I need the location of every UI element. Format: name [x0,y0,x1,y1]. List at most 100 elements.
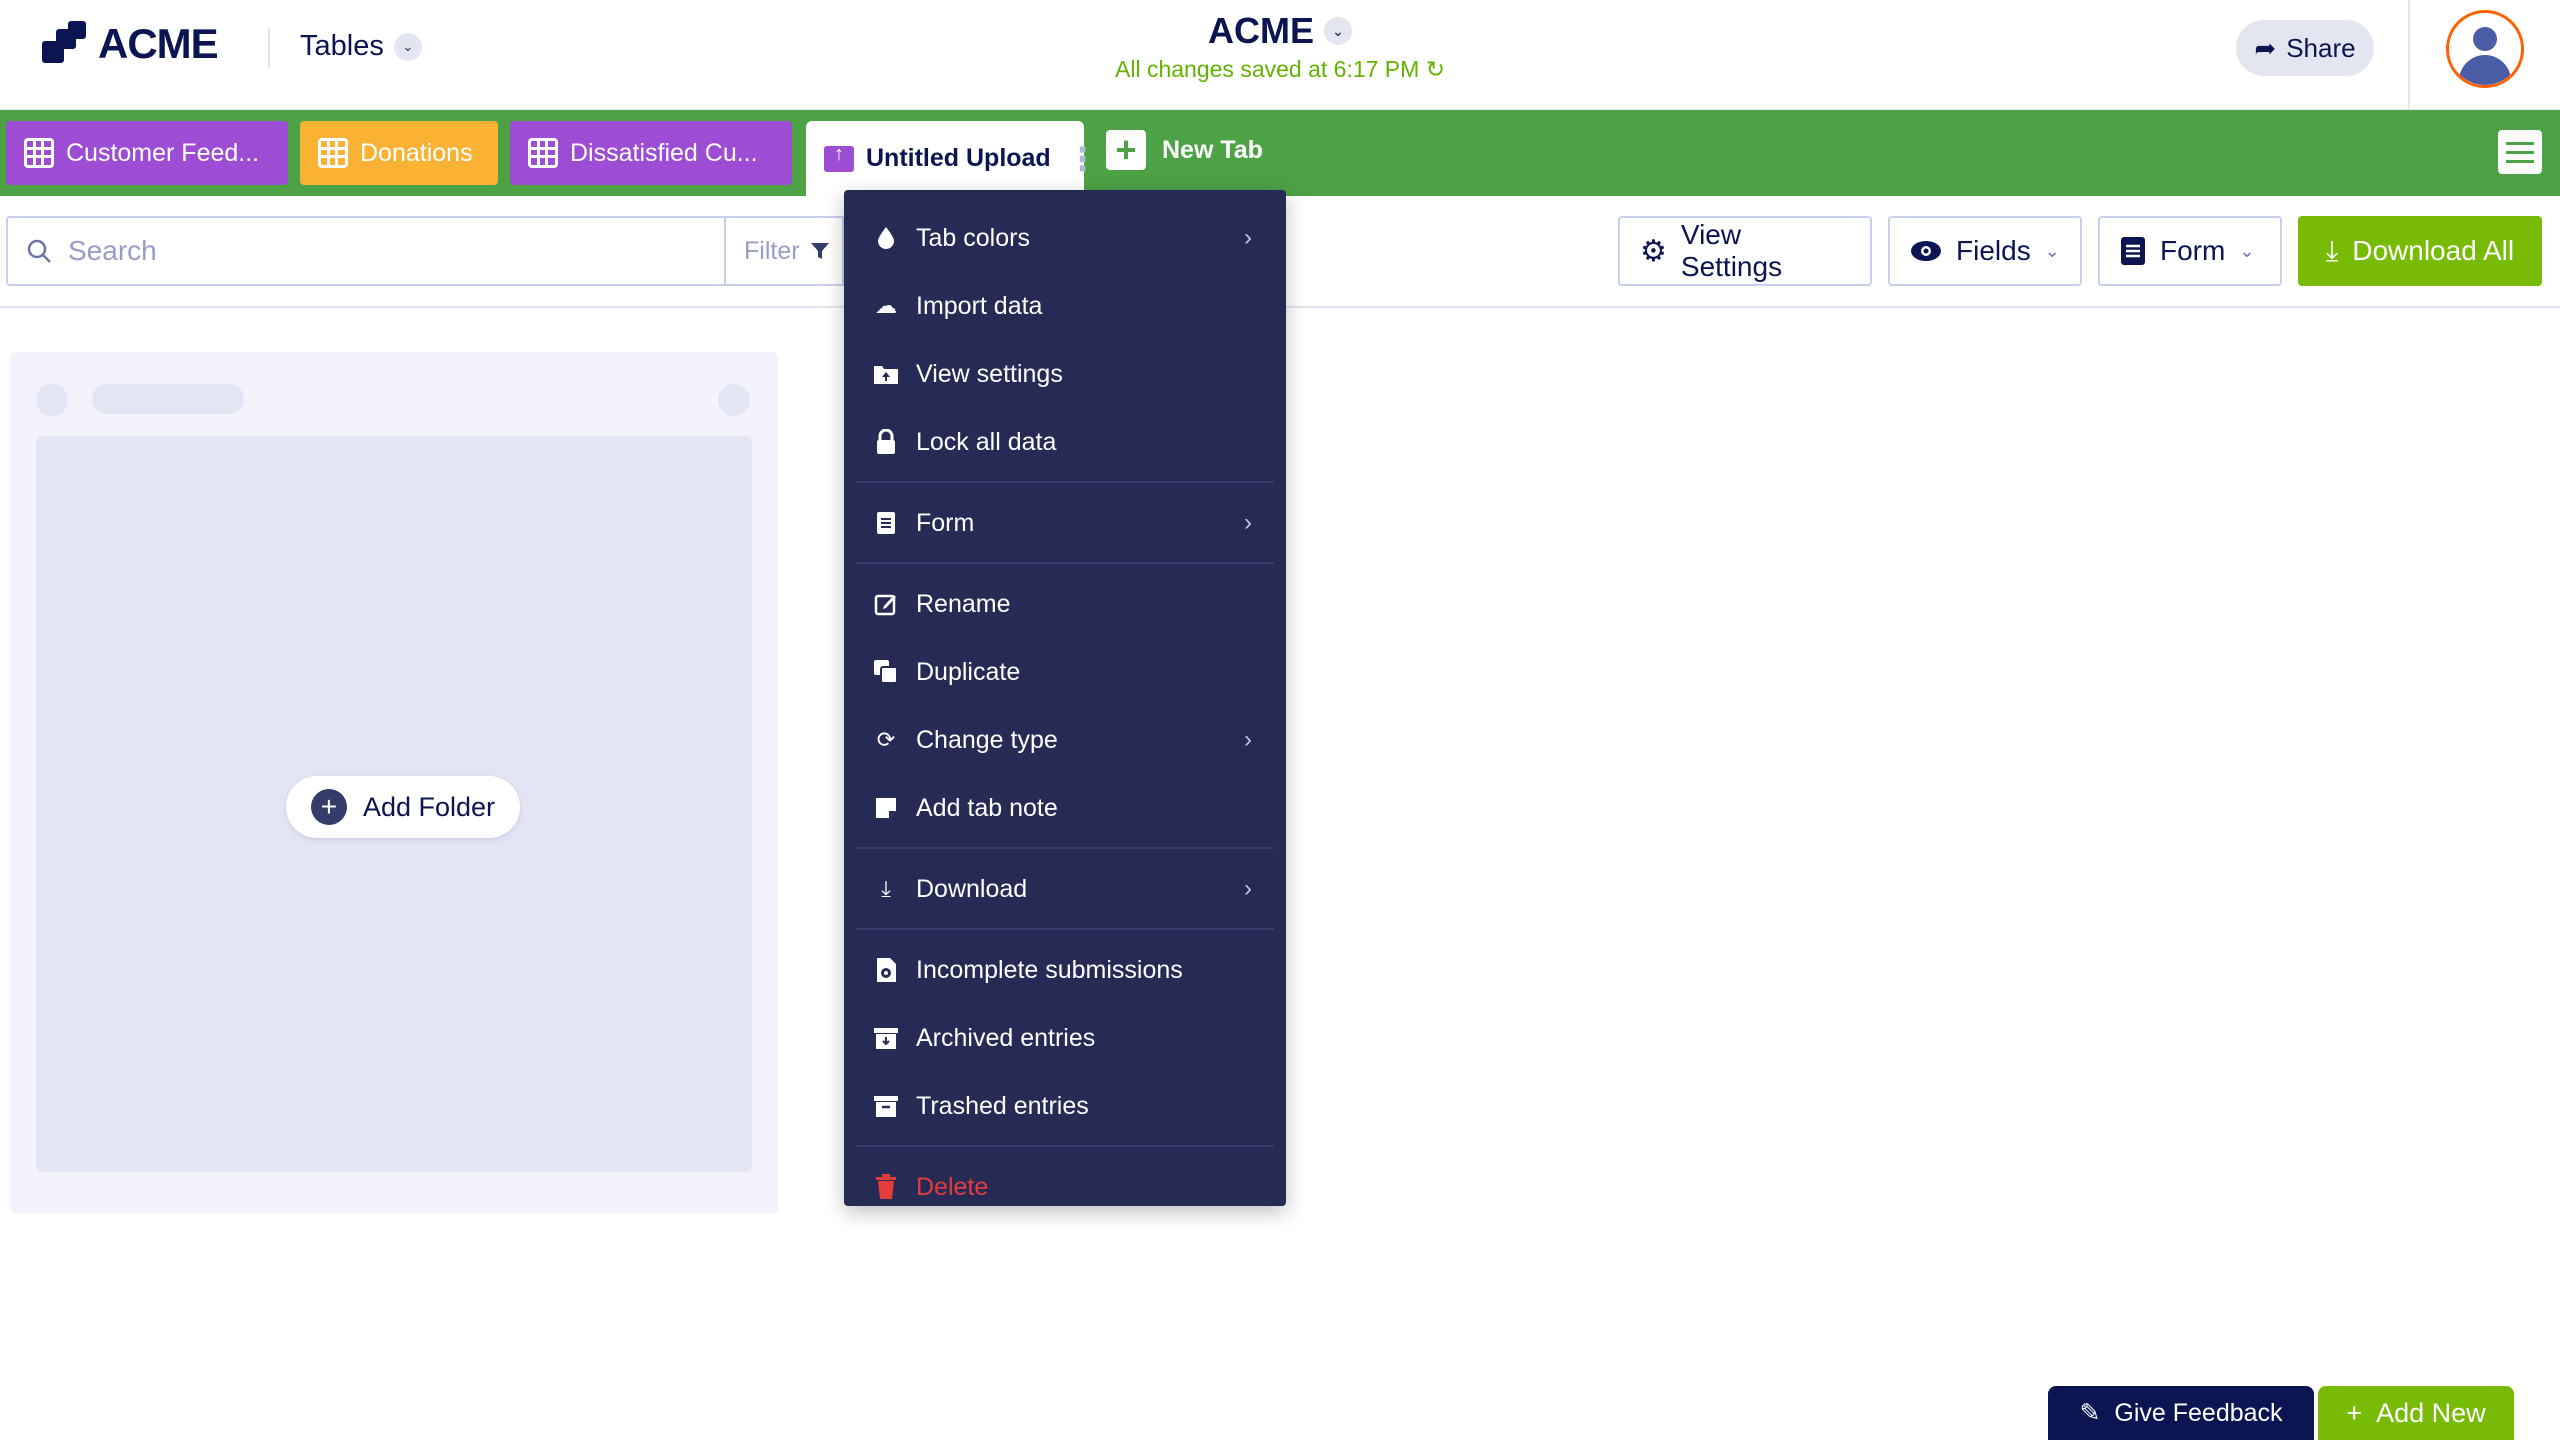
divider [268,28,270,68]
refresh-icon: ⟳ [876,727,896,752]
share-arrow-icon: ➦ [2254,32,2277,63]
add-folder-label: Add Folder [362,791,496,822]
menu-item-label: Duplicate [916,657,1021,686]
save-status: All changes saved at 6:17 PM ↻ [1000,56,1560,83]
fields-label: Fields [1956,235,2031,266]
avatar-head [2473,27,2497,51]
chevron-down-icon: ⌄ [1324,17,1352,45]
search-icon [27,239,51,263]
menu-item-duplicate[interactable]: Duplicate [844,638,1286,706]
menu-item-label: Trashed entries [916,1091,1089,1120]
menu-item-form[interactable]: Form › [844,489,1286,557]
menu-item-label: Change type [916,725,1058,754]
product-dropdown[interactable]: Tables ⌄ [300,30,422,63]
tab-donations[interactable]: Donations [300,121,498,185]
lock-icon [872,428,900,456]
menu-item-lock-all-data[interactable]: Lock all data [844,408,1286,476]
filter-button[interactable]: Filter [724,216,844,286]
menu-divider [856,847,1274,849]
menu-item-label: Add tab note [916,793,1058,822]
add-new-button[interactable]: + Add New [2318,1386,2514,1440]
archive-icon [872,1024,900,1052]
plus-icon: + [2346,1397,2363,1428]
new-tab-label: New Tab [1162,135,1263,164]
trash-icon [872,1173,900,1201]
add-folder-button[interactable]: + Add Folder [286,776,520,838]
folder-upload-icon [872,360,900,388]
save-status-text: All changes saved at 6:17 PM [1115,56,1420,82]
tab-untitled-upload[interactable]: Untitled Upload ⋮ [806,121,1099,196]
menu-item-rename[interactable]: Rename [844,570,1286,638]
logo-mark-icon [42,21,88,67]
hamburger-menu-icon[interactable] [2498,130,2542,174]
search-placeholder: Search [68,235,157,266]
menu-item-label: Download [916,874,1028,903]
menu-divider [856,481,1274,483]
tab-label: Dissatisfied Cu... [570,138,758,167]
feedback-icon: ✎ [2079,1399,2101,1427]
note-icon [872,794,900,822]
download-icon: ⤓ [881,876,891,901]
menu-item-incomplete-submissions[interactable]: Incomplete submissions [844,936,1286,1004]
menu-item-label: View settings [916,359,1063,388]
cloud-upload-icon: ☁ [875,293,897,318]
menu-item-label: Delete [916,1172,989,1201]
search-input[interactable]: Search [6,216,726,286]
share-button[interactable]: ➦ Share [2236,20,2374,76]
tab-customer-feedback[interactable]: Customer Feed... [6,121,288,185]
app-title-block: ACME ⌄ All changes saved at 6:17 PM ↻ [1000,10,1560,83]
give-feedback-label: Give Feedback [2114,1398,2283,1427]
give-feedback-button[interactable]: ✎ Give Feedback [2048,1386,2314,1440]
refresh-icon: ↻ [1425,56,1445,82]
download-icon: ⤓ [2325,234,2339,266]
chevron-right-icon: › [1244,726,1252,753]
copy-icon [872,658,900,686]
logo-text: ACME [98,20,219,67]
tab-label: Customer Feed... [66,138,260,167]
form-button[interactable]: Form ⌄ [2098,216,2282,286]
more-options-icon[interactable]: ⋮ [1067,143,1099,175]
clock-file-icon [872,956,900,984]
app-name-dropdown[interactable]: ACME ⌄ [1208,10,1352,52]
menu-item-tab-colors[interactable]: Tab colors › [844,204,1286,272]
chevron-down-icon: ⌄ [2239,240,2255,261]
tab-context-menu: Tab colors › ☁ Import data View settings… [844,190,1286,1206]
table-icon [528,138,558,168]
add-new-label: Add New [2376,1397,2486,1428]
menu-item-change-type[interactable]: ⟳ Change type › [844,706,1286,774]
share-label: Share [2286,32,2356,63]
menu-item-archived-entries[interactable]: Archived entries [844,1004,1286,1072]
menu-item-trashed-entries[interactable]: Trashed entries [844,1072,1286,1140]
menu-item-import-data[interactable]: ☁ Import data [844,272,1286,340]
plus-circle-icon: + [310,789,347,825]
menu-item-delete[interactable]: Delete [844,1153,1286,1221]
trash-box-icon [872,1092,900,1120]
fields-button[interactable]: Fields ⌄ [1888,216,2082,286]
tab-dissatisfied-customers[interactable]: Dissatisfied Cu... [510,121,792,185]
view-settings-label: View Settings [1680,219,1783,282]
menu-item-download[interactable]: ⤓ Download › [844,855,1286,923]
new-tab-button[interactable]: + New Tab [1106,130,1263,170]
table-icon [24,138,54,168]
tab-label: Donations [360,138,473,167]
edit-icon [872,590,900,618]
menu-item-view-settings[interactable]: View settings [844,340,1286,408]
chevron-right-icon: › [1244,224,1252,251]
avatar[interactable] [2446,10,2524,88]
filter-label: Filter [744,236,800,265]
folder-board: + Add Folder [10,352,778,1214]
document-icon [2121,237,2145,265]
tab-label: Untitled Upload [866,144,1051,172]
acme-logo[interactable]: ACME [42,20,219,68]
menu-divider [856,928,1274,930]
chevron-down-icon: ⌄ [2044,240,2060,261]
view-settings-button[interactable]: ⚙ View Settings [1618,216,1872,286]
menu-item-add-tab-note[interactable]: Add tab note [844,774,1286,842]
menu-item-label: Rename [916,589,1011,618]
gear-icon: ⚙ [1640,234,1667,268]
chevron-right-icon: › [1244,509,1252,536]
funnel-icon [810,243,829,259]
download-all-button[interactable]: ⤓ Download All [2298,216,2542,286]
eye-icon [1911,241,1941,261]
skeleton-dot [36,384,68,416]
